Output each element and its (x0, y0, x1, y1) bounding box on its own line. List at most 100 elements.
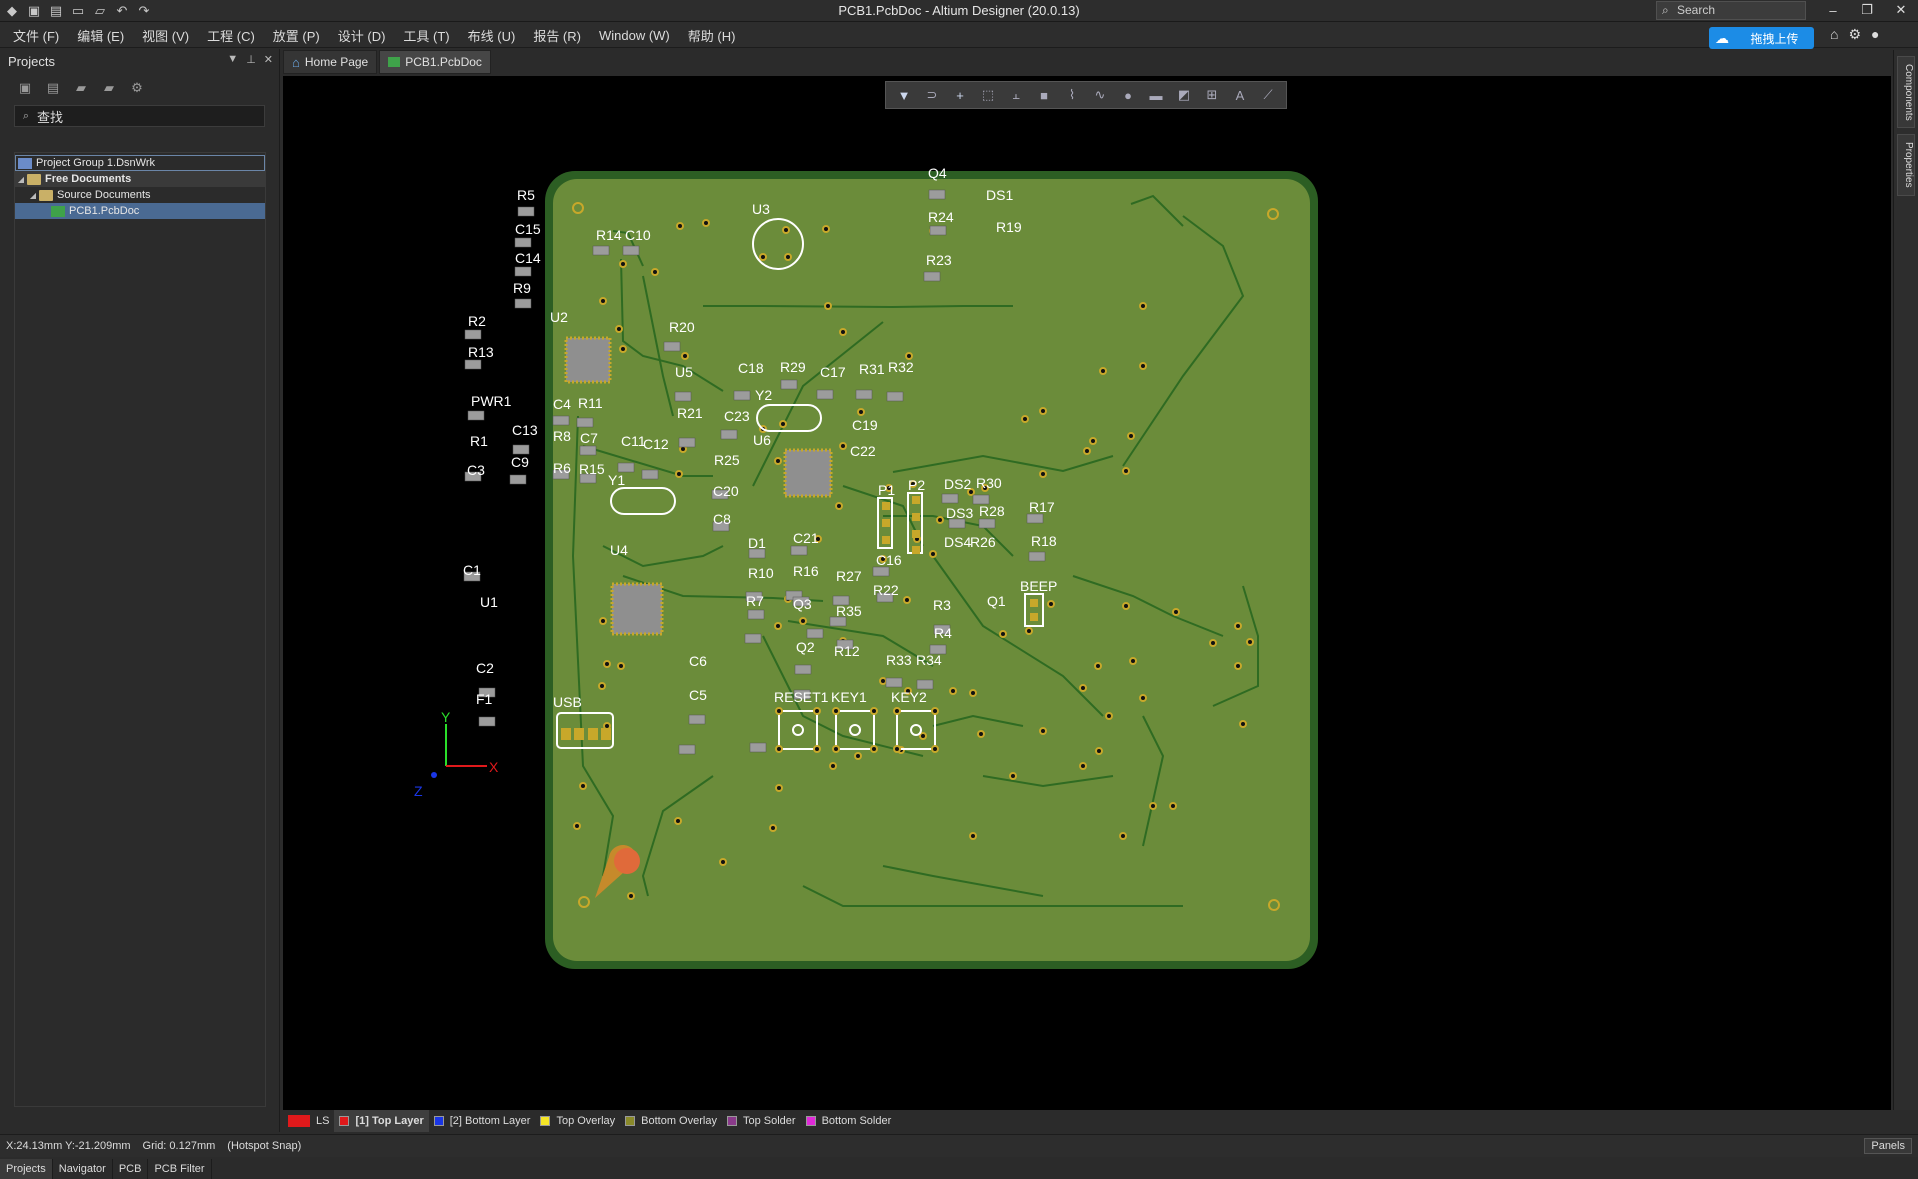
layer-tab-bottom-solder[interactable]: Bottom Solder (801, 1110, 897, 1132)
designator-label: R26 (970, 534, 996, 550)
designator-label: R27 (836, 568, 862, 584)
folder-save-icon[interactable]: ▰ (100, 80, 118, 96)
tree-item-source-documents[interactable]: ◢ Source Documents (15, 187, 265, 203)
via (1105, 712, 1113, 720)
via (598, 682, 606, 690)
home-icon: ⌂ (292, 54, 300, 70)
smd-pad (688, 714, 706, 725)
via (1021, 415, 1029, 423)
smd-pad (855, 389, 873, 400)
pcb-canvas[interactable]: ▼ ⊃ + ⬚ ⫠ ■ ⌇ ∿ ● ▬ ◩ ⊞ A ⟋ R5 C15 C14 R9 R1… (283, 76, 1891, 1110)
menu-place[interactable]: 放置 (P) (264, 26, 329, 45)
smd-pad (928, 189, 946, 200)
menu-edit[interactable]: 编辑 (E) (68, 26, 133, 45)
gear-icon[interactable]: ⚙ (1848, 26, 1861, 43)
tab-label: Home Page (304, 55, 369, 69)
smd-pad (923, 271, 941, 282)
menu-design[interactable]: 设计 (D) (329, 26, 395, 45)
via (1169, 802, 1177, 810)
menu-help[interactable]: 帮助 (H) (679, 26, 745, 45)
panel-menu-icon[interactable]: ▼ (227, 53, 238, 66)
layer-label: Bottom Overlay (641, 1115, 717, 1127)
tab-properties[interactable]: Properties (1897, 134, 1915, 196)
tab-navigator[interactable]: Navigator (53, 1159, 113, 1179)
menu-tools[interactable]: 工具 (T) (394, 26, 458, 45)
designator-label: R12 (834, 643, 860, 659)
via (1139, 694, 1147, 702)
designator-label: C3 (467, 462, 485, 478)
layer-tab-bottom-layer[interactable]: [2] Bottom Layer (429, 1110, 536, 1132)
search-placeholder: Search (1677, 3, 1716, 17)
designator-label: R2 (468, 313, 486, 329)
designator-label: R35 (836, 603, 862, 619)
via (1234, 662, 1242, 670)
tab-components[interactable]: Components (1897, 56, 1915, 128)
settings-icon[interactable]: ⚙ (128, 80, 146, 96)
designator-label: C17 (820, 364, 846, 380)
folder-open-icon[interactable]: ▰ (72, 80, 90, 96)
via (1119, 832, 1127, 840)
designator-label: R21 (677, 405, 703, 421)
layer-label: [1] Top Layer (355, 1115, 424, 1127)
save-project-icon[interactable]: ▣ (16, 80, 34, 96)
projects-panel-title: Projects (8, 53, 55, 69)
upload-button[interactable]: ☁ 拖拽上传 (1709, 27, 1814, 49)
designator-label: C18 (738, 360, 764, 376)
menu-route[interactable]: 布线 (U) (459, 26, 525, 45)
copy-icon[interactable]: ▤ (44, 80, 62, 96)
pcb-board-view[interactable]: R5 C15 C14 R9 R14 C10 U3 Q4 DS1 R24 R19 R23 R2 U2 R13 R… (283, 76, 1891, 1110)
layer-tab-bottom-overlay[interactable]: Bottom Overlay (620, 1110, 722, 1132)
menu-project[interactable]: 工程 (C) (198, 26, 264, 45)
tab-pcb[interactable]: PCB (113, 1159, 149, 1179)
designator-label: C6 (689, 653, 707, 669)
layer-tab-top-layer[interactable]: [1] Top Layer (334, 1110, 429, 1132)
tab-pcb-filter[interactable]: PCB Filter (148, 1159, 212, 1179)
projects-search-input[interactable]: ⌕ 查找 (14, 105, 265, 127)
close-icon[interactable]: ✕ (1884, 0, 1918, 20)
menu-view[interactable]: 视图 (V) (133, 26, 198, 45)
panels-button[interactable]: Panels (1864, 1138, 1912, 1154)
layer-tab-top-solder[interactable]: Top Solder (722, 1110, 801, 1132)
smd-pad (514, 266, 532, 277)
tree-item-project-group[interactable]: Project Group 1.DsnWrk (15, 155, 265, 171)
button-pad (870, 745, 878, 753)
designator-label: R8 (553, 428, 571, 444)
designator-label: R25 (714, 452, 740, 468)
designator-label: R22 (873, 582, 899, 598)
restore-icon[interactable]: ❐ (1850, 0, 1884, 20)
global-search-input[interactable]: ⌕ Search (1656, 1, 1806, 20)
designator-label: U3 (752, 201, 770, 217)
smd-pad (464, 329, 482, 340)
pin-icon[interactable]: ⊥ (246, 53, 256, 66)
designator-label: BEEP (1020, 578, 1057, 594)
designator-label: F1 (476, 691, 493, 707)
tab-pcb1-pcbdoc[interactable]: PCB1.PcbDoc (379, 50, 491, 74)
layer-tab-top-overlay[interactable]: Top Overlay (535, 1110, 620, 1132)
designator-label: C12 (643, 436, 669, 452)
collapse-triangle-icon[interactable]: ◢ (15, 175, 27, 184)
menu-reports[interactable]: 报告 (R) (524, 26, 590, 45)
user-icon[interactable]: ● (1871, 26, 1879, 43)
via (1122, 467, 1130, 475)
tab-home-page[interactable]: ⌂ Home Page (283, 50, 378, 74)
tab-projects[interactable]: Projects (0, 1159, 53, 1179)
via (1039, 470, 1047, 478)
menu-window[interactable]: Window (W) (590, 28, 679, 43)
smd-pad (464, 359, 482, 370)
home-icon[interactable]: ⌂ (1830, 26, 1838, 43)
cloud-icon: ☁ (1715, 29, 1729, 46)
tree-item-pcb1[interactable]: PCB1.PcbDoc (15, 203, 265, 219)
collapse-triangle-icon[interactable]: ◢ (27, 191, 39, 200)
via (774, 622, 782, 630)
panel-close-icon[interactable]: ✕ (264, 53, 273, 66)
tree-item-free-documents[interactable]: ◢ Free Documents (15, 171, 265, 187)
minimize-icon[interactable]: – (1816, 0, 1850, 20)
smd-pad (663, 341, 681, 352)
menu-file[interactable]: 文件 (F) (4, 26, 68, 45)
designator-label: C23 (724, 408, 750, 424)
layer-ls-label: LS (316, 1115, 330, 1127)
designator-label: P1 (878, 482, 895, 498)
designator-label: R14 (596, 227, 622, 243)
smd-pad (885, 677, 903, 688)
layer-set-ls[interactable]: LS (283, 1110, 334, 1132)
